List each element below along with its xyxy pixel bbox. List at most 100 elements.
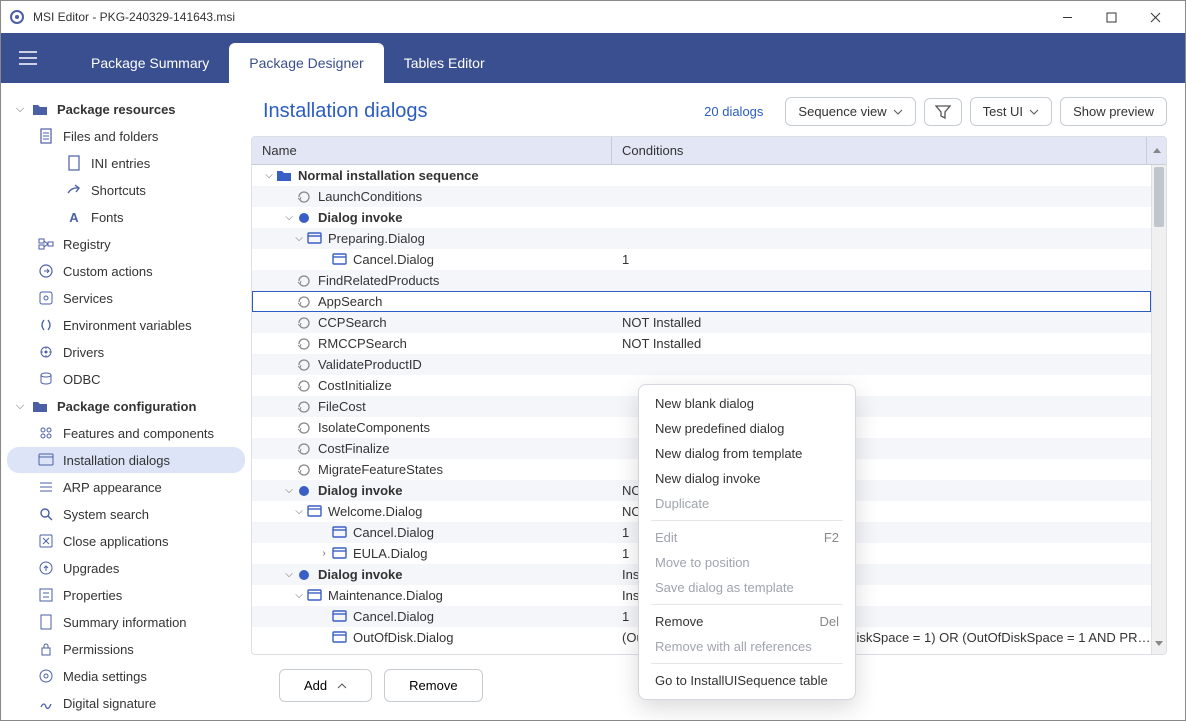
sidebar-item-odbc[interactable]: ODBC	[7, 366, 245, 392]
menu-separator	[651, 604, 843, 605]
action-icon	[296, 294, 312, 310]
grid-row[interactable]: ⌵Preparing.Dialog	[252, 228, 1151, 249]
grid-row[interactable]: LaunchConditions	[252, 186, 1151, 207]
menu-button[interactable]	[9, 33, 47, 83]
dialog-icon	[306, 588, 322, 604]
tab-tables-editor[interactable]: Tables Editor	[384, 43, 505, 83]
sidebar-item-fonts[interactable]: AFonts	[7, 204, 245, 230]
row-name-label: Dialog invoke	[318, 483, 403, 498]
page-title: Installation dialogs	[263, 100, 704, 123]
row-name-label: CostInitialize	[318, 378, 392, 393]
sidebar-item-files[interactable]: Files and folders	[7, 123, 245, 149]
chevron-up-icon	[337, 683, 347, 689]
scroll-down-button[interactable]	[1152, 638, 1166, 654]
env-icon	[37, 316, 55, 334]
menu-new-predefined-dialog[interactable]: New predefined dialog	[639, 416, 855, 441]
menu-goto-table[interactable]: Go to InstallUISequence table	[639, 668, 855, 693]
show-preview-button[interactable]: Show preview	[1060, 97, 1167, 126]
grid-row[interactable]: Cancel.Dialog1	[252, 249, 1151, 270]
row-name-label: Normal installation sequence	[298, 168, 479, 183]
menu-new-dialog-invoke[interactable]: New dialog invoke	[639, 466, 855, 491]
test-ui-button[interactable]: Test UI	[970, 97, 1052, 126]
sequence-view-button[interactable]: Sequence view	[785, 97, 915, 126]
row-name-label: IsolateComponents	[318, 420, 430, 435]
sidebar-item-properties[interactable]: Properties	[7, 582, 245, 608]
grid-row[interactable]: ⌵ Normal installation sequence	[252, 165, 1151, 186]
sidebar-item-ini[interactable]: INI entries	[7, 150, 245, 176]
grid-row[interactable]: CCPSearch NOT Installed	[252, 312, 1151, 333]
scrollbar-thumb[interactable]	[1154, 167, 1164, 227]
sidebar-item-custom-actions[interactable]: Custom actions	[7, 258, 245, 284]
menu-new-dialog-template[interactable]: New dialog from template	[639, 441, 855, 466]
titlebar: MSI Editor - PKG-240329-141643.msi	[1, 1, 1185, 33]
registry-icon	[37, 235, 55, 253]
sidebar-item-search[interactable]: System search	[7, 501, 245, 527]
row-name-label: Dialog invoke	[318, 210, 403, 225]
sidebar-item-install-dialogs[interactable]: Installation dialogs	[7, 447, 245, 473]
row-condition-label: NOT Installed	[612, 336, 1151, 351]
media-icon	[37, 667, 55, 685]
column-header-conditions[interactable]: Conditions	[612, 137, 1146, 164]
action-icon	[296, 315, 312, 331]
sidebar-item-env[interactable]: Environment variables	[7, 312, 245, 338]
scroll-up-button[interactable]	[1146, 137, 1166, 164]
row-name-label: CCPSearch	[318, 315, 387, 330]
filter-button[interactable]	[924, 98, 962, 126]
column-header-name[interactable]: Name	[252, 137, 612, 164]
sidebar-item-arp[interactable]: ARP appearance	[7, 474, 245, 500]
shortcut-icon	[65, 181, 83, 199]
chevron-down-icon[interactable]: ⌵	[282, 485, 296, 496]
menu-remove[interactable]: RemoveDel	[639, 609, 855, 634]
grid-row[interactable]: RMCCPSearch NOT Installed	[252, 333, 1151, 354]
tab-package-summary[interactable]: Package Summary	[71, 43, 229, 83]
sidebar-group-config[interactable]: ⌵ Package configuration	[7, 393, 245, 419]
chevron-down-icon: ⌵	[13, 103, 27, 116]
row-name-label: RMCCPSearch	[318, 336, 407, 351]
row-name-label: MigrateFeatureStates	[318, 462, 443, 477]
grid-row[interactable]: FindRelatedProducts	[252, 270, 1151, 291]
scrollbar[interactable]	[1151, 165, 1166, 654]
row-condition-label: NOT Installed	[612, 315, 1151, 330]
properties-icon	[37, 586, 55, 604]
sidebar-item-upgrades[interactable]: Upgrades	[7, 555, 245, 581]
filter-icon	[935, 105, 951, 119]
tab-package-designer[interactable]: Package Designer	[229, 43, 383, 83]
sidebar-item-close-apps[interactable]: Close applications	[7, 528, 245, 554]
menu-new-blank-dialog[interactable]: New blank dialog	[639, 391, 855, 416]
row-name-label: LaunchConditions	[318, 189, 422, 204]
chevron-right-icon[interactable]: ›	[317, 548, 331, 559]
sidebar-item-services[interactable]: Services	[7, 285, 245, 311]
sidebar-item-shortcuts[interactable]: Shortcuts	[7, 177, 245, 203]
chevron-down-icon[interactable]: ⌵	[292, 506, 306, 517]
grid-row[interactable]: ⌵ Dialog invoke	[252, 207, 1151, 228]
close-button[interactable]	[1133, 2, 1177, 32]
row-name-label: Welcome.Dialog	[328, 504, 422, 519]
dialog-icon	[306, 231, 322, 247]
menu-separator	[651, 520, 843, 521]
chevron-down-icon[interactable]: ⌵	[282, 569, 296, 580]
upgrades-icon	[37, 559, 55, 577]
remove-button[interactable]: Remove	[384, 669, 482, 702]
chevron-down-icon[interactable]: ⌵	[282, 212, 296, 223]
minimize-button[interactable]	[1045, 2, 1089, 32]
row-condition-label: 1	[612, 252, 1151, 267]
sidebar-item-features[interactable]: Features and components	[7, 420, 245, 446]
chevron-down-icon[interactable]: ⌵	[262, 170, 276, 181]
grid-row[interactable]: ValidateProductID	[252, 354, 1151, 375]
maximize-button[interactable]	[1089, 2, 1133, 32]
sidebar-item-permissions[interactable]: Permissions	[7, 636, 245, 662]
grid-row[interactable]: AppSearch	[252, 291, 1151, 312]
chevron-down-icon[interactable]: ⌵	[292, 590, 306, 601]
action-icon	[296, 357, 312, 373]
sidebar-item-drivers[interactable]: Drivers	[7, 339, 245, 365]
action-icon	[37, 262, 55, 280]
action-icon	[296, 378, 312, 394]
sidebar-item-registry[interactable]: Registry	[7, 231, 245, 257]
chevron-down-icon[interactable]: ⌵	[292, 233, 306, 244]
folder-icon	[276, 168, 292, 184]
sidebar-item-summary[interactable]: Summary information	[7, 609, 245, 635]
add-button[interactable]: Add	[279, 669, 372, 702]
sidebar-group-resources[interactable]: ⌵ Package resources	[7, 96, 245, 122]
sidebar-item-signature[interactable]: Digital signature	[7, 690, 245, 716]
sidebar-item-media[interactable]: Media settings	[7, 663, 245, 689]
